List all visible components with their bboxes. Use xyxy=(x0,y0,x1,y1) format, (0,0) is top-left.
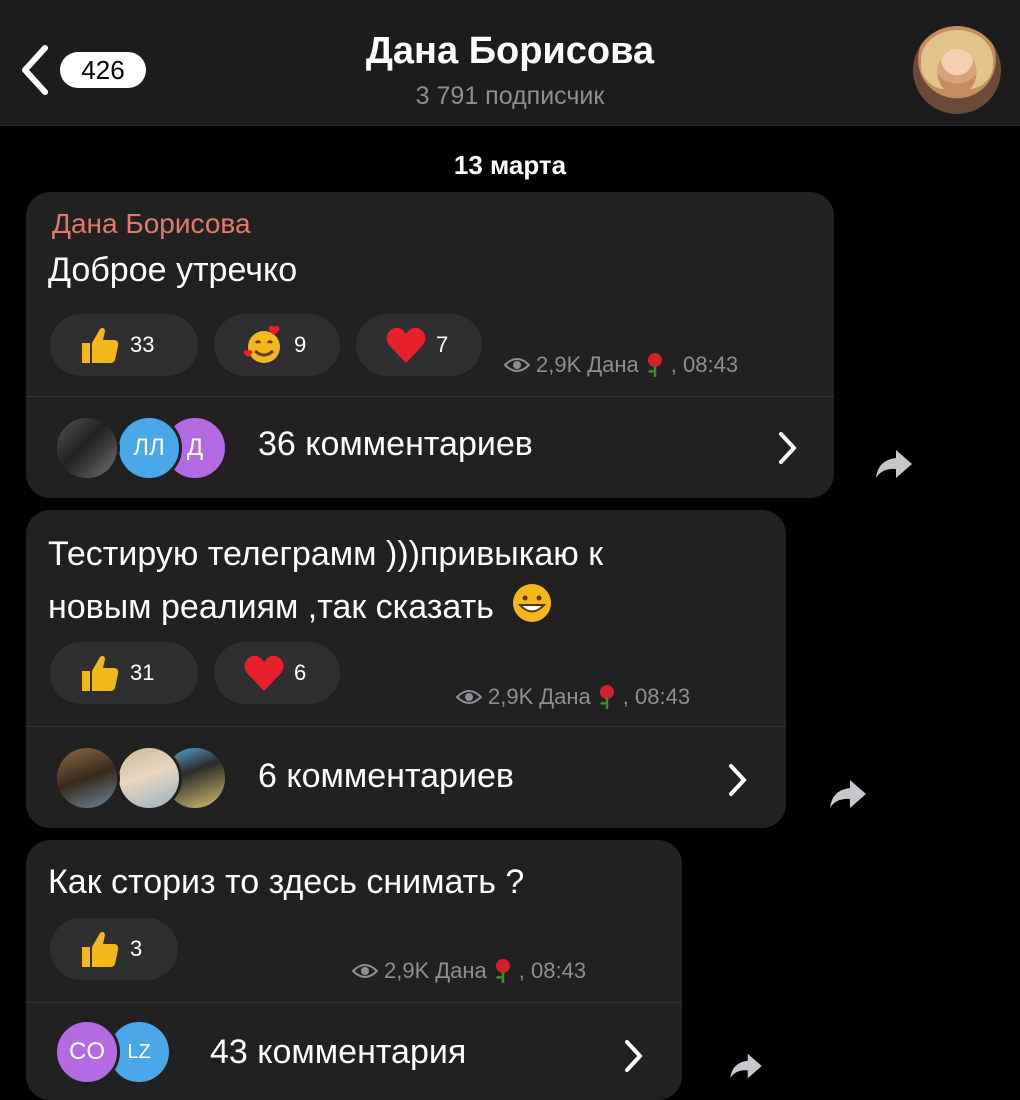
message-bubble[interactable]: Тестирую телеграмм )))привыкаю к новым р… xyxy=(26,510,786,828)
views-count: 2,9K xyxy=(536,352,582,377)
comments-count: 43 комментария xyxy=(210,1033,467,1071)
thumbs-up-icon xyxy=(82,931,119,967)
message-meta: 2,9K Дана , 08:43 xyxy=(504,352,738,378)
reaction-count: 3 xyxy=(130,936,143,961)
channel-avatar[interactable] xyxy=(913,26,1001,114)
views-eye-icon xyxy=(352,964,378,978)
reaction-count: 31 xyxy=(130,660,155,685)
message-meta: 2,9K Дана , 08:43 xyxy=(352,958,586,984)
grinning-face-icon xyxy=(513,584,552,622)
reaction-thumbs-up[interactable]: 33 xyxy=(50,314,198,376)
rose-icon xyxy=(647,353,662,377)
date-separator: 13 марта xyxy=(453,150,567,180)
reaction-heart[interactable]: 6 xyxy=(214,642,340,704)
post-signature: Дана xyxy=(539,684,591,709)
message-text: новым реалиям ,так сказать xyxy=(48,582,553,631)
share-forward-icon[interactable] xyxy=(874,448,914,480)
comments-button[interactable]: ЛЛ Д 36 комментариев xyxy=(26,397,834,498)
post-time: , 08:43 xyxy=(622,684,691,709)
subscriber-count: 3 791 подписчик xyxy=(415,82,605,110)
post-signature: Дана xyxy=(435,958,487,983)
reaction-count: 9 xyxy=(294,332,307,357)
message-bubble[interactable]: Как сториз то здесь снимать ? 3 2,9K Дан… xyxy=(26,840,682,1100)
thumbs-up-icon xyxy=(82,327,119,363)
message-text: Доброе утречко xyxy=(48,251,298,289)
thumbs-up-icon xyxy=(82,655,119,691)
message-text: Как сториз то здесь снимать ? xyxy=(48,863,525,901)
channel-title[interactable]: Дана Борисова xyxy=(0,30,1020,73)
reaction-count: 7 xyxy=(436,332,449,357)
comments-button[interactable]: CO LZ 43 комментария xyxy=(26,1003,682,1100)
heart-icon xyxy=(244,655,284,691)
chevron-right-icon xyxy=(729,764,747,796)
comments-count: 6 комментариев xyxy=(258,757,514,795)
views-eye-icon xyxy=(456,690,482,704)
views-count: 2,9K xyxy=(384,958,430,983)
comments-button[interactable]: 6 комментариев xyxy=(26,727,786,828)
smiling-face-with-hearts-icon xyxy=(243,325,280,363)
message-text-line: новым реалиям ,так сказать xyxy=(48,588,494,626)
post-time: , 08:43 xyxy=(670,352,739,377)
reaction-thumbs-up[interactable]: 3 xyxy=(50,918,178,980)
commenter-avatar: ЛЛ xyxy=(116,415,182,481)
views-eye-icon xyxy=(504,358,530,372)
message-bubble[interactable]: Дана Борисова Доброе утречко 33 9 7 2,9K… xyxy=(26,192,834,498)
reaction-heart[interactable]: 7 xyxy=(356,314,482,376)
share-forward-icon[interactable] xyxy=(828,778,868,810)
comments-count: 36 комментариев xyxy=(258,425,533,463)
reaction-thumbs-up[interactable]: 31 xyxy=(50,642,198,704)
post-signature: Дана xyxy=(587,352,639,377)
views-count: 2,9K xyxy=(488,684,534,709)
rose-icon xyxy=(599,685,614,709)
reaction-smiling-hearts[interactable]: 9 xyxy=(214,314,340,376)
post-time: , 08:43 xyxy=(518,958,587,983)
heart-icon xyxy=(386,327,426,363)
message-meta: 2,9K Дана , 08:43 xyxy=(456,684,690,710)
chevron-right-icon xyxy=(625,1040,643,1072)
message-text: Тестирую телеграмм )))привыкаю к xyxy=(48,535,604,573)
commenter-avatar xyxy=(116,745,182,811)
chevron-right-icon xyxy=(779,432,797,464)
message-author[interactable]: Дана Борисова xyxy=(52,208,251,240)
share-forward-icon[interactable] xyxy=(726,1052,766,1080)
reaction-count: 6 xyxy=(294,660,307,685)
chat-header: 426 Дана Борисова 3 791 подписчик xyxy=(0,0,1020,126)
reaction-count: 33 xyxy=(130,332,155,357)
commenter-avatar: CO xyxy=(54,1019,120,1085)
commenter-avatar xyxy=(54,415,120,481)
rose-icon xyxy=(495,959,510,983)
commenter-avatar xyxy=(54,745,120,811)
